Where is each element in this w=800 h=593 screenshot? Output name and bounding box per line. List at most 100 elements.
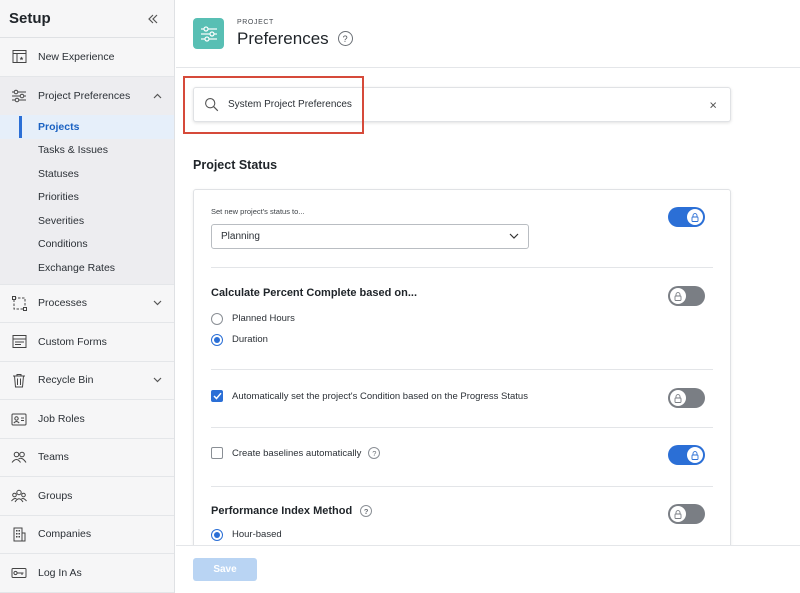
chevron-down-icon xyxy=(152,298,162,308)
sidebar-item-custom-forms[interactable]: Custom Forms xyxy=(0,323,174,362)
save-button[interactable]: Save xyxy=(193,558,257,581)
sidebar-item-log-in-as[interactable]: Log In As xyxy=(0,554,174,593)
sidebar-header: Setup xyxy=(0,0,174,38)
radio-button-selected[interactable] xyxy=(211,528,223,541)
log-in-as-icon xyxy=(11,565,27,581)
clear-search-icon[interactable]: × xyxy=(709,97,717,112)
search-icon xyxy=(204,97,219,112)
auto-condition-checkbox-line[interactable]: Automatically set the project's Conditio… xyxy=(211,390,713,402)
teams-icon xyxy=(11,449,27,465)
collapse-sidebar-icon[interactable] xyxy=(146,12,160,26)
sidebar-subitem-tasks-issues[interactable]: Tasks & Issues xyxy=(0,139,174,163)
chevron-up-icon xyxy=(152,91,162,101)
sidebar-subitem-exchange-rates[interactable]: Exchange Rates xyxy=(0,256,174,280)
percent-complete-title: Calculate Percent Complete based on... xyxy=(211,287,418,299)
setup-sidebar: Setup New Experience Project Preferences… xyxy=(0,0,175,593)
divider xyxy=(211,427,713,428)
job-roles-icon xyxy=(11,411,27,427)
performance-index-row: Performance Index Method ? Hour-based xyxy=(211,505,713,545)
sidebar-item-project-preferences[interactable]: Project Preferences xyxy=(0,76,174,115)
help-icon[interactable]: ? xyxy=(368,447,381,459)
percent-complete-row: Calculate Percent Complete based on... P… xyxy=(211,287,713,350)
divider xyxy=(211,486,713,487)
radio-planned-hours[interactable]: Planned Hours xyxy=(211,308,713,329)
divider xyxy=(211,267,713,268)
page-title: Preferences xyxy=(237,28,329,48)
divider xyxy=(211,369,713,370)
sidebar-item-new-experience[interactable]: New Experience xyxy=(0,38,174,77)
chevron-down-icon xyxy=(509,231,519,242)
lock-icon xyxy=(687,447,703,463)
lock-icon xyxy=(670,506,686,522)
groups-icon xyxy=(11,488,27,504)
page-header: PROJECT Preferences ? xyxy=(176,0,800,68)
trash-icon xyxy=(11,372,27,388)
lock-icon xyxy=(670,390,686,406)
status-select-value: Planning xyxy=(221,231,260,242)
sidebar-item-label: Teams xyxy=(38,451,69,464)
sidebar-item-label: Groups xyxy=(38,489,73,502)
sidebar-subitem-conditions[interactable]: Conditions xyxy=(0,233,174,257)
processes-icon xyxy=(11,295,27,311)
sidebar-item-label: New Experience xyxy=(38,50,115,63)
help-icon[interactable]: ? xyxy=(360,505,373,517)
radio-button-selected[interactable] xyxy=(211,333,223,346)
project-status-card: Set new project's status to... Planning … xyxy=(193,189,731,549)
page-kicker: PROJECT xyxy=(237,18,274,26)
auto-condition-row: Automatically set the project's Conditio… xyxy=(211,390,713,402)
search-input[interactable] xyxy=(228,99,688,110)
status-label: Set new project's status to... xyxy=(211,207,305,216)
project-preferences-submenu: Projects Tasks & Issues Statuses Priorit… xyxy=(0,115,174,285)
baselines-row: Create baselines automatically ? xyxy=(211,447,713,459)
lock-icon xyxy=(670,288,686,304)
sidebar-item-label: Custom Forms xyxy=(38,335,107,348)
sidebar-subitem-severities[interactable]: Severities xyxy=(0,209,174,233)
status-select[interactable]: Planning xyxy=(211,224,529,249)
sidebar-item-recycle-bin[interactable]: Recycle Bin xyxy=(0,362,174,400)
sidebar-item-job-roles[interactable]: Job Roles xyxy=(0,400,174,439)
sidebar-item-label: Recycle Bin xyxy=(38,374,94,387)
performance-index-label: Performance Index Method xyxy=(211,505,353,517)
sidebar-subitem-projects[interactable]: Projects xyxy=(0,115,174,139)
sidebar-item-label: Log In As xyxy=(38,566,82,579)
baselines-label: Create baselines automatically xyxy=(232,447,362,459)
help-icon[interactable]: ? xyxy=(337,31,353,46)
auto-condition-checkbox[interactable] xyxy=(211,390,223,402)
sidebar-subitem-priorities[interactable]: Priorities xyxy=(0,186,174,210)
sidebar-item-companies[interactable]: Companies xyxy=(0,516,174,554)
sidebar-item-label: Job Roles xyxy=(38,412,85,425)
main-content: PROJECT Preferences ? × Project Status S… xyxy=(176,0,800,593)
auto-condition-lock-toggle[interactable] xyxy=(668,388,705,408)
sidebar-title: Setup xyxy=(9,10,51,27)
custom-forms-icon xyxy=(11,334,27,350)
radio-label: Planned Hours xyxy=(232,313,295,324)
sidebar-item-processes[interactable]: Processes xyxy=(0,285,174,323)
preferences-search[interactable]: × xyxy=(193,87,731,122)
percent-complete-lock-toggle[interactable] xyxy=(668,286,705,306)
performance-index-title: Performance Index Method ? xyxy=(211,505,713,517)
status-lock-toggle[interactable] xyxy=(668,207,705,227)
sliders-icon xyxy=(11,88,27,104)
new-experience-icon xyxy=(11,49,27,65)
sidebar-subitem-statuses[interactable]: Statuses xyxy=(0,162,174,186)
project-preferences-app-icon xyxy=(193,18,224,49)
sidebar-item-teams[interactable]: Teams xyxy=(0,439,174,477)
baselines-checkbox[interactable] xyxy=(211,447,223,459)
sidebar-item-label: Companies xyxy=(38,528,92,541)
radio-label: Duration xyxy=(232,334,268,345)
radio-button[interactable] xyxy=(211,312,223,325)
baselines-lock-toggle[interactable] xyxy=(668,445,705,465)
chevron-down-icon xyxy=(152,375,162,385)
status-setting-row: Set new project's status to... Planning xyxy=(211,207,713,249)
section-title: Project Status xyxy=(193,158,278,172)
companies-icon xyxy=(11,526,27,542)
radio-duration[interactable]: Duration xyxy=(211,329,713,350)
lock-icon xyxy=(687,209,703,225)
sidebar-item-groups[interactable]: Groups xyxy=(0,477,174,516)
baselines-checkbox-line[interactable]: Create baselines automatically ? xyxy=(211,447,713,459)
page-footer: Save xyxy=(176,545,800,593)
radio-label: Hour-based xyxy=(232,529,282,540)
auto-condition-label: Automatically set the project's Conditio… xyxy=(232,390,528,402)
radio-hour-based[interactable]: Hour-based xyxy=(211,524,713,545)
performance-index-lock-toggle[interactable] xyxy=(668,504,705,524)
